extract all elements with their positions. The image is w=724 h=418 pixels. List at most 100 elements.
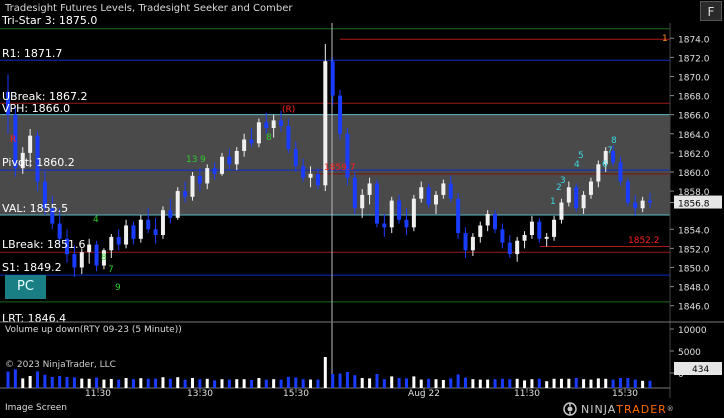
volume-bar xyxy=(360,378,364,388)
candle xyxy=(345,128,350,186)
volume-bar xyxy=(559,378,563,388)
candle-body xyxy=(537,221,542,239)
volume-bar xyxy=(205,378,209,388)
price-chart[interactable]: R487913 98(R)1859.7123456781852.21Tri-Sta… xyxy=(0,0,724,418)
candle xyxy=(94,240,99,272)
volume-bar xyxy=(641,380,645,388)
seeker-label: 4 xyxy=(574,160,580,170)
seeker-label: 9 xyxy=(115,283,121,293)
candle xyxy=(537,217,542,243)
candle-body xyxy=(544,236,549,239)
candle-body xyxy=(411,198,416,228)
candle-body xyxy=(382,223,387,228)
candle xyxy=(153,217,158,244)
y-tick-label: 1860.0 xyxy=(678,169,710,179)
candle xyxy=(507,235,512,258)
volume-bar xyxy=(154,378,158,388)
volume-bar xyxy=(235,379,239,388)
volume-bar xyxy=(117,379,121,388)
volume-bar xyxy=(102,379,106,388)
volume-bar xyxy=(456,374,460,388)
volume-bar xyxy=(441,380,445,388)
y-tick-label: 1872.0 xyxy=(678,54,710,64)
candle-body xyxy=(116,236,121,245)
volume-bar xyxy=(316,379,320,388)
volume-bar xyxy=(139,378,143,388)
candle-body xyxy=(124,225,129,245)
volume-bar xyxy=(323,357,327,388)
candle xyxy=(160,206,165,239)
volume-bar xyxy=(353,375,357,388)
y-tick-label: 1852.0 xyxy=(678,245,710,255)
candle-body xyxy=(146,219,151,230)
candle xyxy=(382,213,387,237)
level-label: LBreak: 1851.6 xyxy=(2,238,86,251)
level-label: VAL: 1855.5 xyxy=(2,202,68,215)
seeker-label: 1859.7 xyxy=(324,163,356,173)
volume-bar xyxy=(279,379,283,388)
level-label: Pivot: 1860.2 xyxy=(2,156,75,169)
volume-bar xyxy=(397,378,401,388)
candle-body xyxy=(618,162,623,182)
candle-body xyxy=(552,219,557,237)
volume-bar xyxy=(213,380,217,388)
candle-body xyxy=(286,126,291,150)
volume-bar xyxy=(183,379,187,388)
candle-body xyxy=(72,254,77,268)
candle xyxy=(544,233,549,247)
level-label: R1: 1871.7 xyxy=(2,47,62,60)
candle-body xyxy=(419,187,424,199)
candle-body xyxy=(648,200,652,203)
volume-bar xyxy=(545,381,549,388)
pc-button[interactable]: PC xyxy=(5,275,46,299)
volume-bar xyxy=(596,378,600,388)
brand-tm: ® xyxy=(666,405,675,413)
volume-bar xyxy=(471,379,475,388)
candle-body xyxy=(566,187,571,203)
volume-bar xyxy=(648,380,652,388)
candle-body xyxy=(220,156,224,174)
brand-trader: TRADER xyxy=(616,402,667,416)
volume-bar xyxy=(419,379,423,388)
volume-bar xyxy=(198,379,202,388)
image-screen-label: Image Screen xyxy=(5,403,67,413)
ninjatrader-logo-icon xyxy=(563,402,577,416)
volume-bar xyxy=(58,376,62,388)
candle xyxy=(138,214,143,243)
volume-bar xyxy=(464,377,468,388)
candle-body xyxy=(515,240,520,255)
seeker-label: 13 xyxy=(186,155,197,165)
volume-bar xyxy=(626,378,630,388)
candle xyxy=(175,187,180,220)
seeker-label: 5 xyxy=(578,151,584,161)
volume-bar xyxy=(338,373,342,388)
y-tick-label: 1868.0 xyxy=(678,93,710,103)
seeker-label: 8 xyxy=(101,253,107,263)
candle-body xyxy=(507,242,512,255)
volume-bar xyxy=(382,379,386,388)
seeker-label: 3 xyxy=(560,176,566,186)
volume-bar xyxy=(95,377,99,388)
volume-bar xyxy=(286,376,290,388)
candle-body xyxy=(227,156,232,165)
volume-bar xyxy=(257,378,261,388)
volume-bar xyxy=(331,374,335,388)
candle-body xyxy=(529,221,534,236)
candle-body xyxy=(596,164,601,182)
candle-body xyxy=(404,219,409,228)
volume-bar xyxy=(633,379,637,388)
chart-trader-f-button[interactable]: F xyxy=(700,1,722,21)
volume-bar xyxy=(508,379,512,388)
volume-bar xyxy=(427,378,431,388)
candle-body xyxy=(315,173,320,186)
volume-panel-title: Volume up down(RTY 09-23 (5 Minute)) xyxy=(5,325,182,335)
level-label: LRT: 1846.4 xyxy=(2,312,66,325)
candle-body xyxy=(374,183,379,224)
volume-bar xyxy=(523,380,527,388)
candle-body xyxy=(574,187,579,209)
volume-bar xyxy=(190,378,194,388)
candle xyxy=(463,227,468,258)
volume-bar xyxy=(176,377,180,388)
candle xyxy=(79,248,84,275)
volume-bar xyxy=(146,378,150,388)
